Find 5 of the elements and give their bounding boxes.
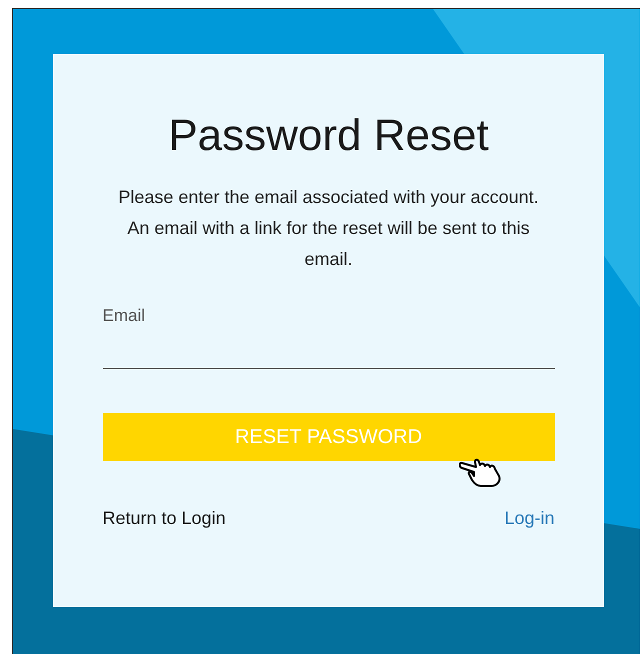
email-label: Email [102,305,146,327]
return-to-login-text: Return to Login [102,506,226,530]
description-text: Please enter the email associated with your account. An email with a link for the reset will be sent to this email. [117,186,540,271]
login-link[interactable]: Log-in [504,504,554,532]
page-title: Password Reset [168,110,489,162]
